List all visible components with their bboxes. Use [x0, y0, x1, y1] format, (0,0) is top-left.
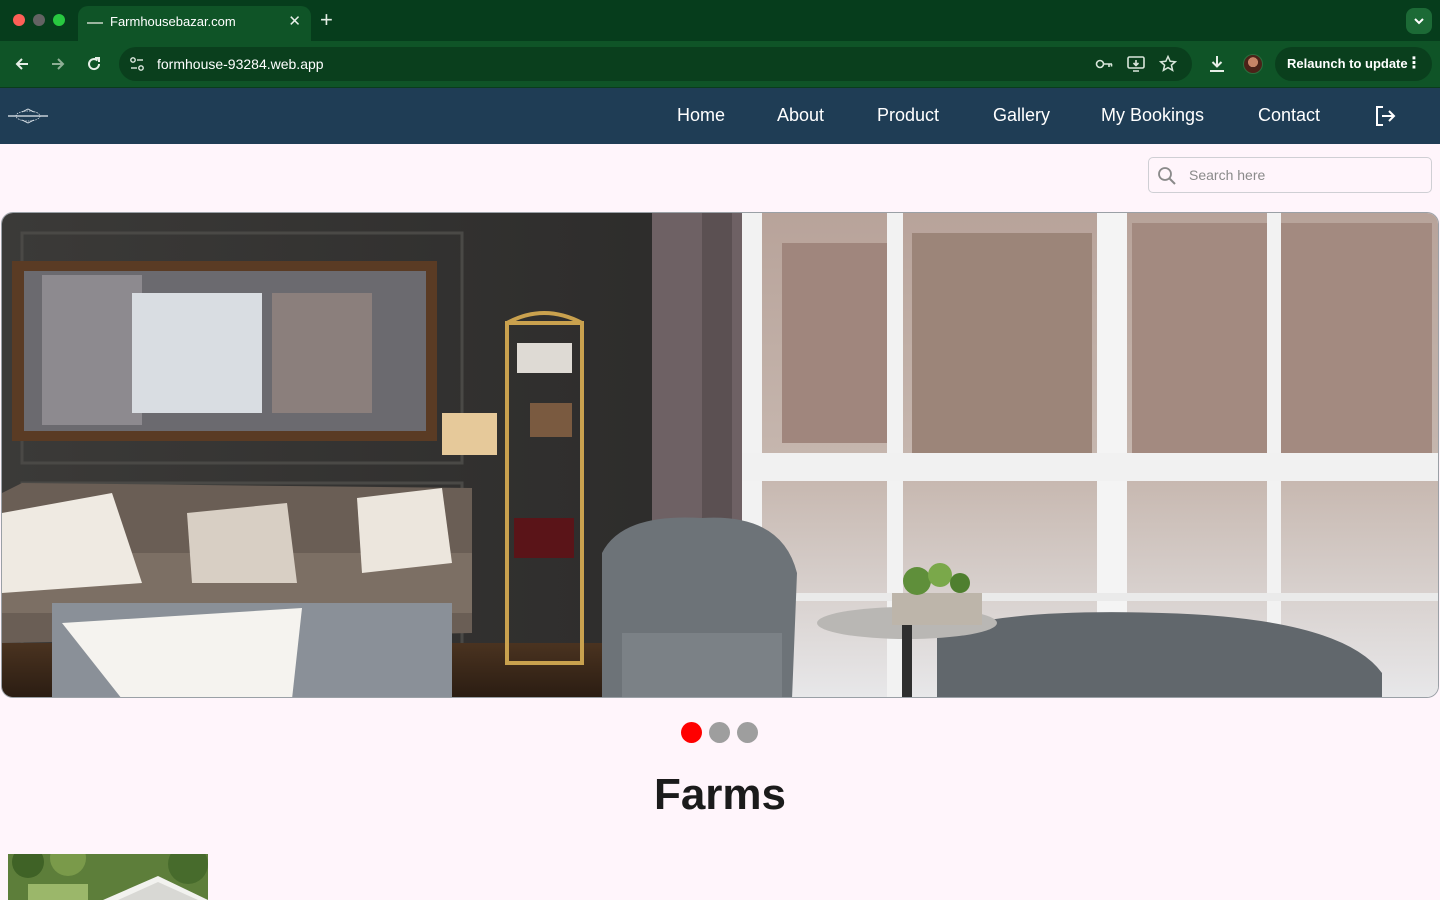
- site-info-icon[interactable]: [129, 56, 145, 72]
- browser-tab-strip: Farmhousebazar.com ✕ +: [0, 0, 1440, 41]
- chevron-down-icon: [1414, 18, 1424, 25]
- download-button[interactable]: [1205, 52, 1229, 76]
- new-tab-button[interactable]: +: [320, 7, 333, 33]
- search-input[interactable]: [1189, 164, 1425, 186]
- window-close-button[interactable]: [13, 14, 25, 26]
- forward-icon: [52, 58, 65, 70]
- browser-toolbar: formhouse-93284.web.app Relaunch to upda…: [0, 41, 1440, 88]
- nav-home[interactable]: Home: [677, 105, 725, 126]
- address-bar[interactable]: formhouse-93284.web.app: [119, 47, 1192, 81]
- nav-contact[interactable]: Contact: [1258, 105, 1320, 126]
- search-icon: [1158, 167, 1176, 185]
- farm-card-image[interactable]: [8, 854, 208, 900]
- carousel-slide-image: [2, 213, 1438, 697]
- carousel-dot-3[interactable]: [737, 722, 758, 743]
- url-text: formhouse-93284.web.app: [157, 56, 324, 72]
- forward-button[interactable]: [45, 51, 71, 77]
- password-key-icon[interactable]: [1094, 54, 1114, 74]
- section-title: Farms: [653, 770, 787, 819]
- back-button[interactable]: [9, 51, 35, 77]
- download-icon: [1210, 56, 1224, 72]
- carousel-dot-2[interactable]: [709, 722, 730, 743]
- nav-gallery[interactable]: Gallery: [993, 105, 1050, 126]
- tab-close-icon[interactable]: ✕: [288, 12, 301, 32]
- site-logo[interactable]: [8, 106, 48, 126]
- nav-about[interactable]: About: [777, 105, 824, 126]
- back-icon: [15, 58, 28, 70]
- search-box: [1148, 157, 1432, 193]
- browser-menu-icon[interactable]: ⋮: [1406, 47, 1422, 81]
- bookmark-star-icon[interactable]: [1158, 54, 1178, 74]
- reload-icon: [88, 57, 101, 71]
- tab-title: Farmhousebazar.com: [110, 14, 236, 29]
- install-app-icon[interactable]: [1126, 54, 1146, 74]
- window-minimize-button[interactable]: [33, 14, 45, 26]
- reload-button[interactable]: [81, 51, 107, 77]
- tab-search-button[interactable]: [1406, 8, 1432, 34]
- site-navbar: Home About Product Gallery My Bookings C…: [0, 88, 1440, 144]
- relaunch-to-update-button[interactable]: Relaunch to update ⋮: [1275, 47, 1432, 81]
- nav-product[interactable]: Product: [877, 105, 939, 126]
- logout-icon[interactable]: [1373, 104, 1397, 128]
- window-zoom-button[interactable]: [53, 14, 65, 26]
- browser-tab-active[interactable]: Farmhousebazar.com ✕: [78, 6, 311, 41]
- profile-avatar[interactable]: [1243, 54, 1263, 74]
- tab-favicon-icon: [87, 22, 103, 24]
- nav-my-bookings[interactable]: My Bookings: [1101, 105, 1204, 126]
- relaunch-label: Relaunch to update: [1287, 56, 1408, 71]
- hero-carousel[interactable]: [1, 212, 1439, 698]
- carousel-dot-1[interactable]: [681, 722, 702, 743]
